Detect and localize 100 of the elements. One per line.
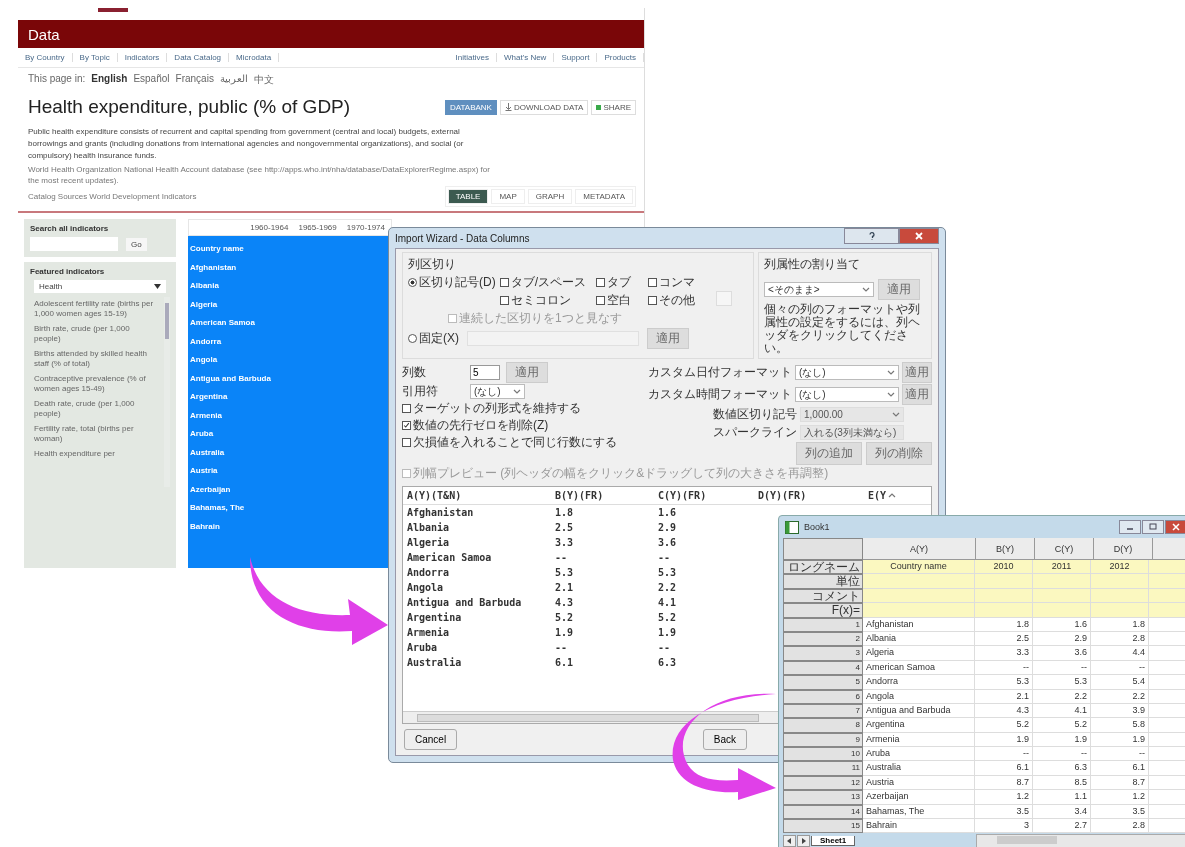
checkbox-option[interactable]: 空白 [595, 292, 648, 309]
indicator-link[interactable]: Birth rate, crude (per 1,000 people) [30, 322, 162, 347]
previous-sheet-button[interactable] [783, 835, 796, 847]
indicator-link[interactable]: Death rate, crude (per 1,000 people) [30, 397, 162, 422]
help-button[interactable] [844, 228, 899, 244]
scrollbar[interactable] [164, 297, 170, 487]
back-button[interactable]: Back [702, 729, 747, 750]
column-header[interactable] [1153, 538, 1185, 560]
row-number[interactable]: 8 [783, 718, 863, 733]
format-select[interactable]: (なし) [795, 387, 899, 402]
language-link[interactable]: 中文 [253, 73, 274, 87]
row-label[interactable]: ロングネーム [783, 560, 863, 575]
indicator-link[interactable]: Births attended by skilled health staff (% of total) [30, 347, 162, 372]
row-number[interactable]: 13 [783, 790, 863, 805]
language-link[interactable]: English [91, 73, 128, 87]
column-header[interactable]: B(Y) [976, 538, 1035, 560]
nav-link[interactable]: Support [554, 53, 598, 62]
row-number[interactable]: 11 [783, 761, 863, 776]
table-cell: -- [1033, 660, 1091, 676]
minimize-button[interactable] [1119, 520, 1141, 534]
preview-cell-text: 5.2 [555, 612, 575, 623]
checkbox-option[interactable]: その他 [647, 292, 712, 309]
indicator-link[interactable]: Fertility rate, total (births per woman) [30, 422, 162, 447]
attribute-select[interactable]: <そのまま> [764, 282, 874, 297]
nav-link[interactable]: Microdata [229, 53, 280, 62]
view-tab[interactable]: TABLE [447, 189, 489, 204]
format-select[interactable]: (なし) [795, 365, 899, 380]
column-header[interactable]: E(Y [868, 490, 887, 501]
column-header[interactable]: B(Y)(FR) [555, 490, 658, 501]
restore-button[interactable] [1142, 520, 1164, 534]
nav-link[interactable]: By Country [18, 53, 73, 62]
label-cell: 2012 [1091, 560, 1149, 575]
table-cell: 5.3 [1033, 675, 1091, 690]
go-button[interactable]: Go [126, 237, 147, 251]
nav-link[interactable]: What's New [496, 53, 555, 62]
column-header[interactable]: A(Y)(T&N) [407, 490, 555, 501]
nav-link[interactable]: Data Catalog [167, 53, 230, 62]
table-cell: 3.5 [975, 804, 1033, 820]
language-link[interactable]: Français [175, 73, 214, 87]
column-header[interactable]: 1970-1974 [346, 223, 385, 232]
nav-link[interactable]: Products [597, 53, 644, 62]
column-count-field[interactable]: 5 [470, 365, 500, 380]
format-select[interactable]: 入れる(3列未満なら) [800, 425, 904, 440]
download-button[interactable]: DOWNLOAD DATA [499, 99, 589, 115]
format-select[interactable]: 1,000.00 [800, 407, 904, 422]
row-number[interactable]: 15 [783, 819, 863, 834]
column-header[interactable]: C(Y)(FR) [658, 490, 758, 501]
scroll-up-icon[interactable] [888, 493, 897, 498]
horizontal-scrollbar[interactable] [403, 711, 778, 723]
cancel-button[interactable]: Cancel [404, 729, 458, 750]
radio-option[interactable]: 固定(X) [408, 330, 459, 347]
table-cell: Algeria [863, 646, 975, 661]
row-number[interactable]: 3 [783, 646, 863, 661]
column-header[interactable]: A(Y) [863, 538, 976, 560]
checkbox-option[interactable]: タブ/スペース [499, 274, 596, 291]
checkbox-option[interactable]: ターゲットの列形式を維持する [402, 400, 617, 417]
row-number[interactable]: 10 [783, 747, 863, 762]
table-cell: 2.2 [1091, 689, 1149, 704]
checkbox-option[interactable]: セミコロン [499, 292, 596, 309]
site-title: Data [28, 25, 60, 43]
preview-cell-text: -- [658, 642, 672, 653]
indicator-link[interactable]: Adolescent fertility rate (births per 1,000 women ages 15-19) [30, 297, 162, 322]
nav-link[interactable]: Indicators [117, 53, 168, 62]
search-label: Search all indicators [30, 224, 110, 233]
nav-link[interactable]: By Topic [72, 53, 118, 62]
nav-link[interactable]: Initiatives [448, 53, 497, 62]
indicator-link[interactable]: Contraceptive prevalence (% of women ages 15-49) [30, 372, 162, 397]
view-tab[interactable]: METADATA [575, 189, 633, 204]
horizontal-scrollbar[interactable] [976, 834, 1185, 847]
checkbox-option[interactable]: コンマ [647, 274, 712, 291]
next-sheet-button[interactable] [797, 835, 810, 847]
quote-select[interactable]: (なし) [470, 384, 525, 399]
column-header[interactable]: D(Y) [1094, 538, 1153, 560]
column-header[interactable]: C(Y) [1035, 538, 1094, 560]
language-link[interactable]: العربية [219, 73, 248, 87]
language-link[interactable]: Español [133, 73, 170, 87]
checkbox-option[interactable]: タブ [595, 274, 648, 291]
preview-cell-text: 4.3 [555, 597, 575, 608]
column-header[interactable]: 1965-1969 [298, 223, 337, 232]
checkbox-option[interactable]: 数値の先行ゼロを削除(Z) [402, 417, 617, 434]
close-button[interactable] [899, 228, 939, 244]
indicator-link[interactable]: Health expenditure per [30, 447, 162, 462]
view-tab[interactable]: MAP [491, 189, 525, 204]
search-field[interactable] [30, 237, 118, 251]
radio-option[interactable]: 区切り記号(D) [408, 274, 496, 291]
table-cell: 2.7 [1033, 819, 1091, 834]
row-label[interactable]: F(x)= [783, 603, 863, 618]
other-field[interactable] [715, 291, 732, 306]
column-header[interactable]: D(Y)(FR) [758, 490, 868, 501]
share-button[interactable]: SHARE [591, 99, 636, 115]
checkbox-option[interactable]: 欠損値を入れることで同じ行数にする [402, 434, 617, 451]
row-label[interactable]: 単位 [783, 574, 863, 589]
view-tab[interactable]: GRAPH [527, 189, 573, 204]
column-header[interactable]: 1960-1964 [250, 223, 289, 232]
row-number[interactable]: 5 [783, 675, 863, 690]
sheet-tab[interactable]: Sheet1 [811, 836, 856, 847]
table-cell: Aruba [190, 429, 214, 438]
corner-cell[interactable] [783, 538, 863, 560]
close-button[interactable] [1165, 520, 1185, 534]
category-select[interactable]: Health [34, 280, 166, 293]
